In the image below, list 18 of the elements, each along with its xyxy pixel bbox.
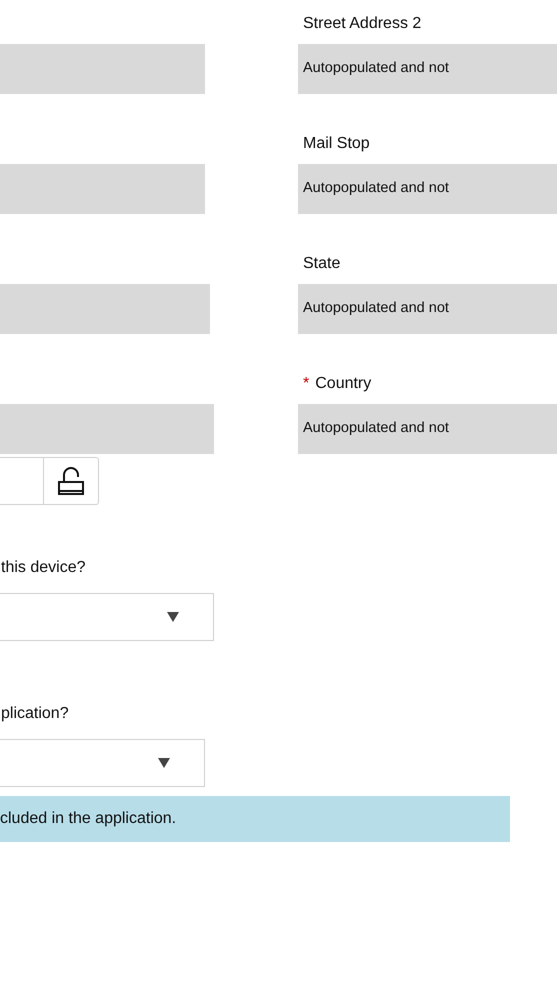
question-label: plication? (0, 704, 70, 724)
input-field[interactable] (0, 457, 44, 505)
readonly-field: Autopopulated and not (298, 284, 557, 334)
info-banner: cluded in the application. (0, 796, 510, 842)
dropdown-arrow-icon (167, 612, 179, 622)
field-label: State (303, 254, 340, 274)
field-label: Country (315, 374, 372, 394)
question-label: this device? (0, 558, 86, 578)
lock-button[interactable] (44, 457, 99, 505)
readonly-field: Autopopulated and not (298, 404, 557, 454)
field-label: Mail Stop (303, 134, 370, 154)
readonly-field: Autopopulated and not (298, 44, 557, 94)
dropdown[interactable] (0, 593, 214, 641)
dropdown-arrow-icon (158, 758, 170, 768)
dropdown[interactable] (0, 739, 205, 787)
readonly-field: Autopopulated and not (298, 164, 557, 214)
required-asterisk: * (303, 374, 310, 394)
field-label: Street Address 2 (303, 14, 422, 34)
